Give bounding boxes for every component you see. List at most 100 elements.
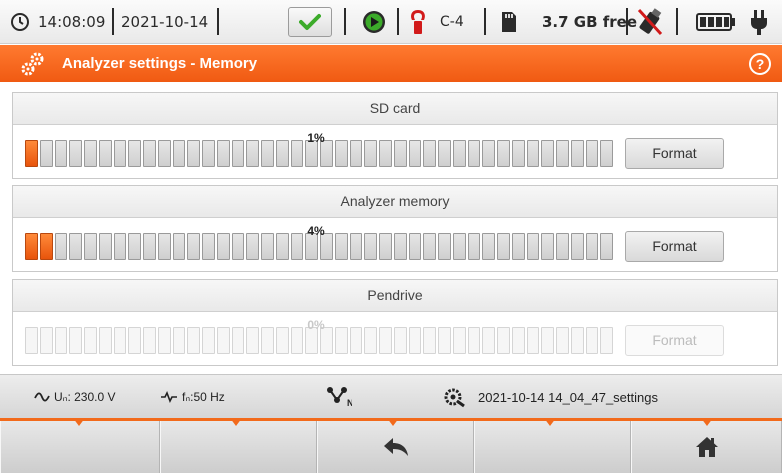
usage-bar-segment — [143, 140, 156, 167]
clamp-icon — [408, 0, 428, 44]
page-title: Analyzer settings - Memory — [62, 55, 258, 72]
clock-icon — [10, 0, 30, 44]
usage-bar-segment — [600, 233, 613, 260]
usage-bar-segment — [172, 233, 186, 260]
usage-bar-segment — [452, 140, 466, 167]
usage-bar-segment — [600, 327, 613, 354]
usage-bar-segment — [334, 140, 348, 167]
usage-bar-segment — [54, 140, 68, 167]
usage-bar-segment — [69, 327, 82, 354]
back-button[interactable] — [317, 421, 474, 473]
battery-icon — [696, 0, 736, 44]
usage-bar-segment — [556, 140, 569, 167]
format-sd-card-button[interactable]: Format — [625, 138, 724, 169]
usage-bar-segment — [570, 140, 584, 167]
format-analyzer-memory-button[interactable]: Format — [625, 231, 724, 262]
usage-bar-segment — [84, 233, 97, 260]
help-icon[interactable]: ? — [748, 52, 772, 81]
usage-bar-segment — [187, 233, 200, 260]
usage-bar-segment — [408, 233, 422, 260]
usage-bar-segment — [334, 327, 348, 354]
sd-card-panel: SD card 1% Format — [12, 92, 778, 179]
usage-bar-segment — [84, 327, 97, 354]
usage-bar-segment — [231, 327, 245, 354]
back-icon — [383, 438, 408, 456]
usage-bar-segment — [379, 233, 392, 260]
usage-bar-segment — [305, 233, 318, 260]
toolbar-notch — [230, 418, 242, 426]
usage-bar-segment — [202, 327, 215, 354]
usage-bar-segment — [275, 140, 289, 167]
usage-bar-segment — [98, 327, 112, 354]
usage-bar-segment — [320, 140, 333, 167]
usage-bar-segment — [541, 233, 554, 260]
usage-bar-segment — [113, 233, 127, 260]
usage-bar-segment — [320, 327, 333, 354]
play-icon[interactable] — [361, 0, 387, 44]
usage-bar-segment — [393, 233, 407, 260]
usage-bar-segment — [497, 233, 510, 260]
clamp-type: C-4 — [440, 14, 464, 30]
home-icon — [695, 437, 718, 457]
gears-icon — [20, 51, 46, 82]
usage-bar-segment — [25, 233, 38, 260]
usage-bar-segment — [54, 233, 68, 260]
panel-title: SD card — [13, 93, 777, 125]
usage-bar-segment — [423, 140, 436, 167]
usage-bar-segment — [393, 327, 407, 354]
status-separator — [217, 8, 219, 35]
usage-bar-segment — [349, 140, 363, 167]
usage-bar-segment — [143, 233, 156, 260]
usage-bar-segment — [113, 327, 127, 354]
sine-icon — [34, 375, 50, 419]
usage-bar-segment — [84, 140, 97, 167]
home-button[interactable] — [631, 421, 782, 473]
nominal-voltage: Uₙ: 230.0 V — [54, 390, 116, 404]
usage-bar-segment — [556, 327, 569, 354]
status-time: 14:08:09 — [38, 13, 106, 31]
pendrive-panel: Pendrive 0% Format — [12, 279, 778, 366]
usage-bar-segment — [379, 327, 392, 354]
usage-bar-segment — [349, 327, 363, 354]
toolbar-button-4[interactable] — [474, 421, 631, 473]
usage-bar-segment — [334, 233, 348, 260]
usage-bar-segment — [467, 140, 481, 167]
usage-bar-segment — [393, 140, 407, 167]
usage-bar-segment — [511, 327, 525, 354]
usage-bar-segment — [497, 140, 510, 167]
usage-bar-segment — [570, 233, 584, 260]
usage-bar-segment — [261, 233, 274, 260]
usage-bar-segment — [187, 327, 200, 354]
usage-bar-segment — [379, 140, 392, 167]
panel-title: Pendrive — [13, 280, 777, 312]
usage-bar-segment — [172, 140, 186, 167]
usage-bar-segment — [113, 140, 127, 167]
usage-bar-segment — [69, 233, 82, 260]
usage-bar-segment — [128, 233, 141, 260]
usage-bar-segment — [275, 233, 289, 260]
usage-bar-segment — [526, 233, 540, 260]
usage-bar-segment — [585, 140, 599, 167]
usage-bar-segment — [231, 233, 245, 260]
usage-bar-segment — [98, 233, 112, 260]
usage-bar-segment — [128, 140, 141, 167]
status-separator — [397, 8, 399, 35]
usage-bar-segment — [438, 327, 451, 354]
toolbar-button-1[interactable] — [0, 421, 160, 473]
usage-bar-segment — [541, 327, 554, 354]
toolbar-button-2[interactable] — [160, 421, 317, 473]
usage-bar-segment — [202, 140, 215, 167]
usage-bar-segment — [305, 327, 318, 354]
usage-bar-segment — [452, 233, 466, 260]
usage-bar — [25, 140, 613, 167]
status-ok-button[interactable] — [288, 0, 332, 44]
status-separator — [344, 8, 346, 35]
svg-text:N: N — [347, 398, 352, 408]
usage-bar-segment — [541, 140, 554, 167]
usage-bar-segment — [423, 327, 436, 354]
usage-bar-segment — [157, 233, 171, 260]
usage-bar-segment — [25, 327, 38, 354]
network-icon: N — [326, 375, 352, 419]
usage-bar-segment — [216, 233, 230, 260]
usage-bar-segment — [452, 327, 466, 354]
